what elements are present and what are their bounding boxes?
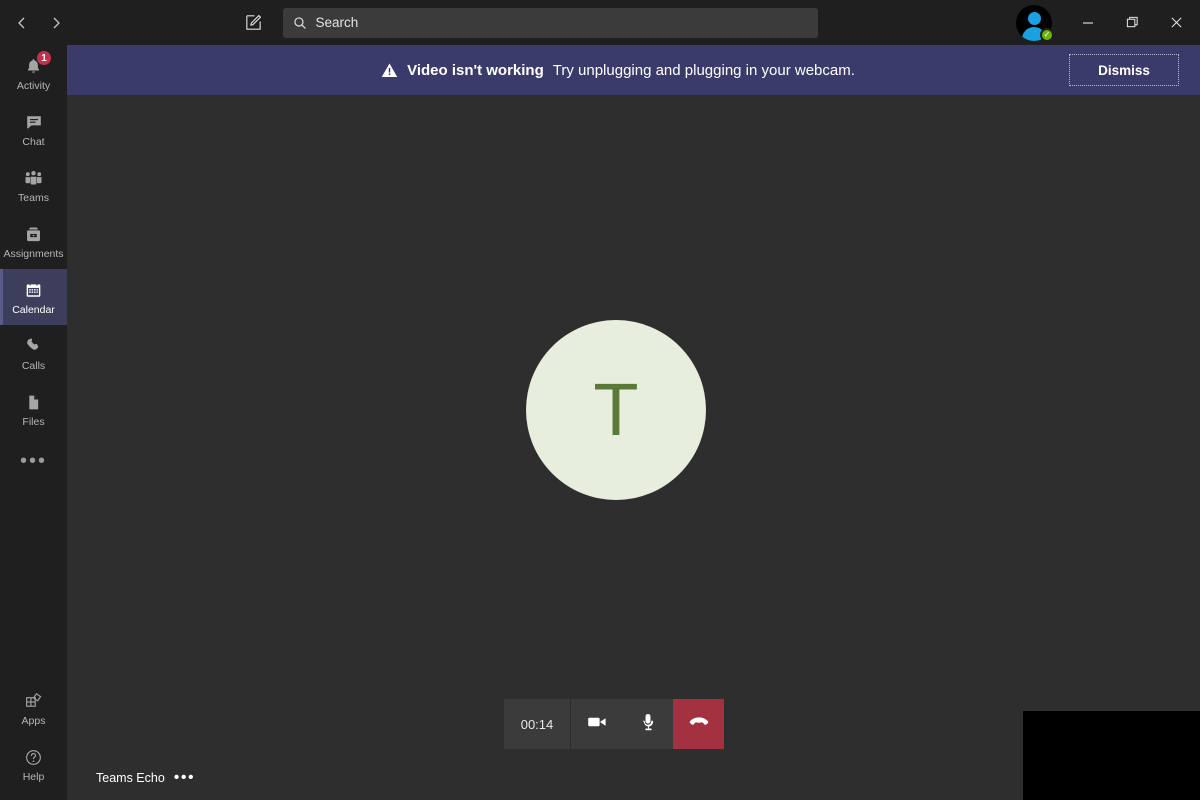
call-timer: 00:14: [504, 699, 571, 749]
user-avatar[interactable]: ✓: [1016, 4, 1054, 42]
sidebar-item-calendar[interactable]: Calendar: [0, 269, 67, 325]
sidebar-item-teams[interactable]: Teams: [0, 157, 67, 213]
sidebar-bottom-group: Apps Help: [0, 680, 67, 792]
sidebar-item-apps[interactable]: Apps: [0, 680, 67, 736]
participant-initial: T: [593, 368, 639, 451]
sidebar-item-assignments[interactable]: Assignments: [0, 213, 67, 269]
sidebar-more-button[interactable]: •••: [0, 437, 67, 485]
warning-triangle-icon: [381, 62, 398, 79]
close-button[interactable]: [1154, 0, 1198, 45]
caller-name-label: Teams Echo: [96, 771, 165, 785]
search-icon: [293, 16, 307, 30]
call-controls-bar: 00:14: [504, 699, 724, 749]
window-controls-group: ✓: [1016, 0, 1200, 45]
forward-button[interactable]: [42, 9, 70, 37]
search-bar[interactable]: [282, 7, 818, 38]
navigation-arrows: [0, 0, 70, 45]
sidebar-item-label: Apps: [21, 715, 46, 727]
chat-bubble-icon: [24, 110, 44, 134]
apps-grid-icon: [24, 689, 43, 713]
caller-name-bar: Teams Echo •••: [96, 770, 195, 786]
banner-detail: Try unplugging and plugging in your webc…: [552, 61, 855, 79]
teams-people-icon: [23, 166, 44, 190]
back-button[interactable]: [8, 9, 36, 37]
banner-message: Video isn't working Try unplugging and p…: [67, 62, 1069, 79]
activity-badge: 1: [36, 50, 52, 66]
call-stage: T Teams Echo ••• 00:14: [67, 95, 1200, 800]
calendar-icon: [24, 278, 43, 302]
sidebar-item-activity[interactable]: 1 Activity: [0, 45, 67, 101]
sidebar-item-label: Teams: [18, 192, 49, 204]
hangup-phone-icon: [687, 710, 711, 739]
minimize-button[interactable]: [1066, 0, 1110, 45]
title-bar-center: [70, 7, 1016, 38]
sidebar-item-label: Chat: [22, 136, 45, 148]
sidebar-item-label: Help: [22, 771, 45, 783]
microphone-icon: [637, 711, 659, 738]
sidebar-item-label: Activity: [16, 80, 51, 92]
compose-message-icon[interactable]: [239, 8, 269, 38]
participant-avatar: T: [526, 320, 706, 500]
search-input[interactable]: [315, 15, 808, 30]
video-warning-banner: Video isn't working Try unplugging and p…: [67, 45, 1200, 95]
caller-more-options-button[interactable]: •••: [174, 770, 195, 786]
title-bar: ✓: [0, 0, 1200, 45]
maximize-button[interactable]: [1110, 0, 1154, 45]
help-question-icon: [24, 745, 43, 769]
file-icon: [24, 390, 43, 414]
sidebar-item-label: Calendar: [12, 304, 55, 316]
dismiss-button[interactable]: Dismiss: [1069, 54, 1179, 86]
sidebar-item-help[interactable]: Help: [0, 736, 67, 792]
phone-icon: [24, 334, 43, 358]
sidebar-item-label: Calls: [21, 360, 46, 372]
sidebar-item-files[interactable]: Files: [0, 381, 67, 437]
sidebar-item-chat[interactable]: Chat: [0, 101, 67, 157]
banner-title: Video isn't working: [407, 61, 544, 79]
sidebar-item-calls[interactable]: Calls: [0, 325, 67, 381]
assignments-backpack-icon: [24, 222, 43, 246]
sidebar-item-label: Assignments: [3, 248, 64, 260]
sidebar-item-label: Files: [22, 416, 45, 428]
video-camera-icon: [585, 710, 609, 739]
hangup-button[interactable]: [673, 699, 724, 749]
presence-badge: ✓: [1040, 27, 1054, 42]
self-view-video-panel[interactable]: [1023, 711, 1200, 800]
toggle-camera-button[interactable]: [571, 699, 622, 749]
left-navigation-rail: 1 Activity Chat Teams Assignments Calend…: [0, 45, 67, 800]
toggle-microphone-button[interactable]: [622, 699, 673, 749]
teams-app-window: ✓: [0, 0, 1200, 800]
